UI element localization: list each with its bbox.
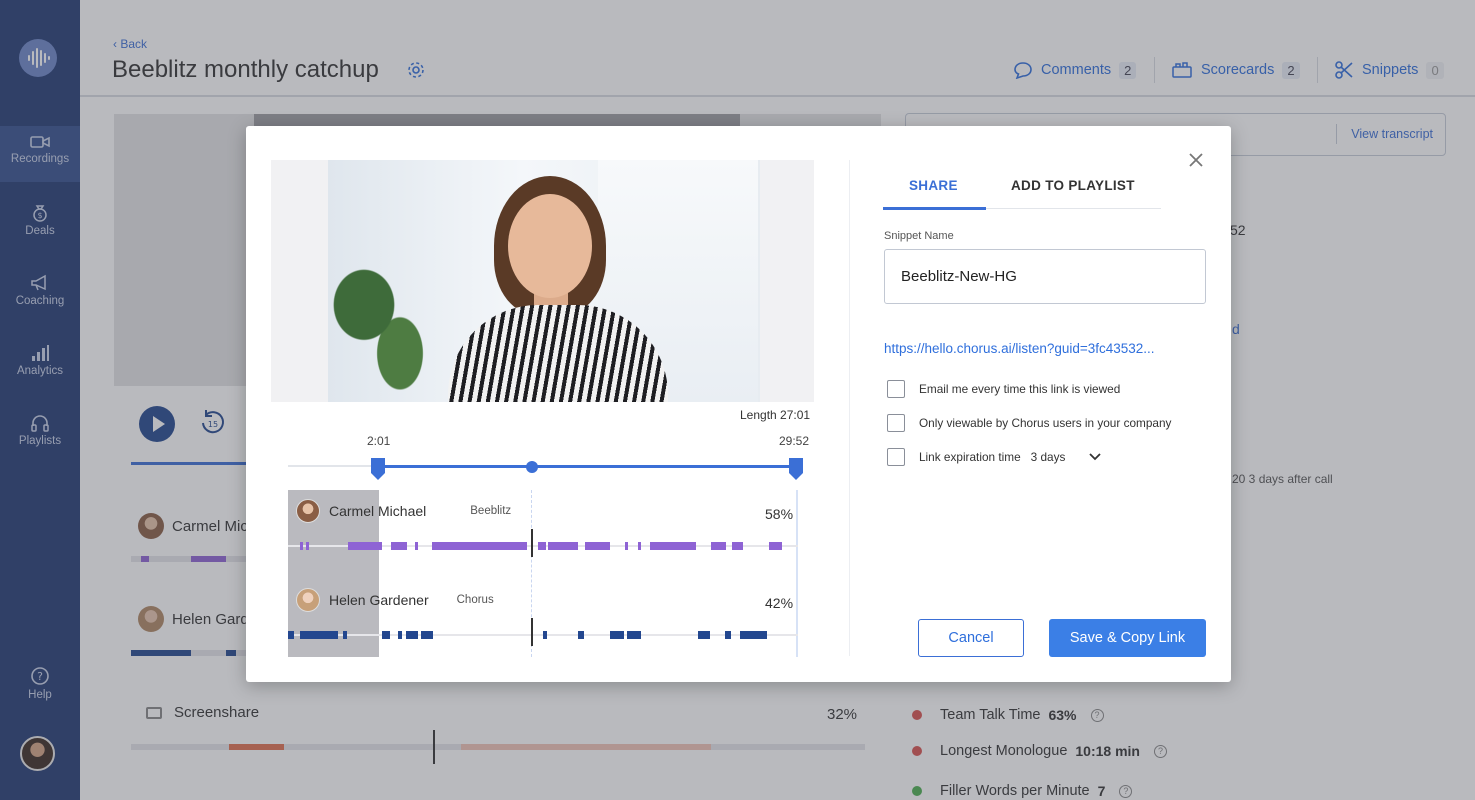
- range-start-handle[interactable]: [371, 458, 385, 480]
- speaker-company: Beeblitz: [470, 505, 512, 517]
- expiration-select[interactable]: 3 days: [1031, 450, 1102, 464]
- avatar: [296, 499, 320, 523]
- speaker-name: Helen Gardener: [329, 592, 429, 608]
- create-snippet-modal: Length 27:01 2:01 29:52 Carmel Michael B…: [246, 126, 1231, 682]
- speaker-row: Helen Gardener Chorus: [296, 588, 494, 612]
- chevron-down-icon: [1089, 453, 1102, 461]
- range-end-handle[interactable]: [789, 458, 803, 480]
- snippet-name-label: Snippet Name: [884, 230, 954, 242]
- range-selection: [378, 465, 796, 468]
- snippet-video-preview[interactable]: [271, 160, 814, 402]
- speaker-row: Carmel Michael Beeblitz: [296, 499, 511, 523]
- snippet-length: Length 27:01: [740, 408, 811, 422]
- close-icon[interactable]: [1187, 151, 1205, 169]
- speaker-percent: 58%: [765, 506, 794, 522]
- range-start-time: 2:01: [367, 434, 391, 448]
- tab-share[interactable]: SHARE: [909, 178, 958, 193]
- email-on-view-checkbox[interactable]: Email me every time this link is viewed: [887, 380, 1120, 398]
- speaker-company: Chorus: [456, 594, 494, 606]
- snippet-speaker-timeline: Carmel Michael Beeblitz 58% Helen Garden…: [288, 490, 798, 657]
- cancel-button[interactable]: Cancel: [918, 619, 1024, 657]
- active-tab-indicator: [883, 207, 986, 210]
- save-copy-link-button[interactable]: Save & Copy Link: [1049, 619, 1206, 657]
- range-end-time: 29:52: [779, 434, 810, 448]
- only-chorus-users-checkbox[interactable]: Only viewable by Chorus users in your co…: [887, 414, 1171, 432]
- tab-add-to-playlist[interactable]: ADD TO PLAYLIST: [1011, 178, 1135, 193]
- share-link[interactable]: https://hello.chorus.ai/listen?guid=3fc4…: [884, 341, 1155, 356]
- speaker-track: [288, 618, 798, 646]
- playhead-handle[interactable]: [526, 461, 538, 473]
- avatar: [296, 588, 320, 612]
- link-expiration-checkbox[interactable]: Link expiration time 3 days: [887, 448, 1102, 466]
- speaker-percent: 42%: [765, 595, 794, 611]
- speaker-track: [288, 529, 798, 557]
- snippet-name-input[interactable]: Beeblitz-New-HG: [884, 249, 1206, 304]
- speaker-name: Carmel Michael: [329, 503, 427, 519]
